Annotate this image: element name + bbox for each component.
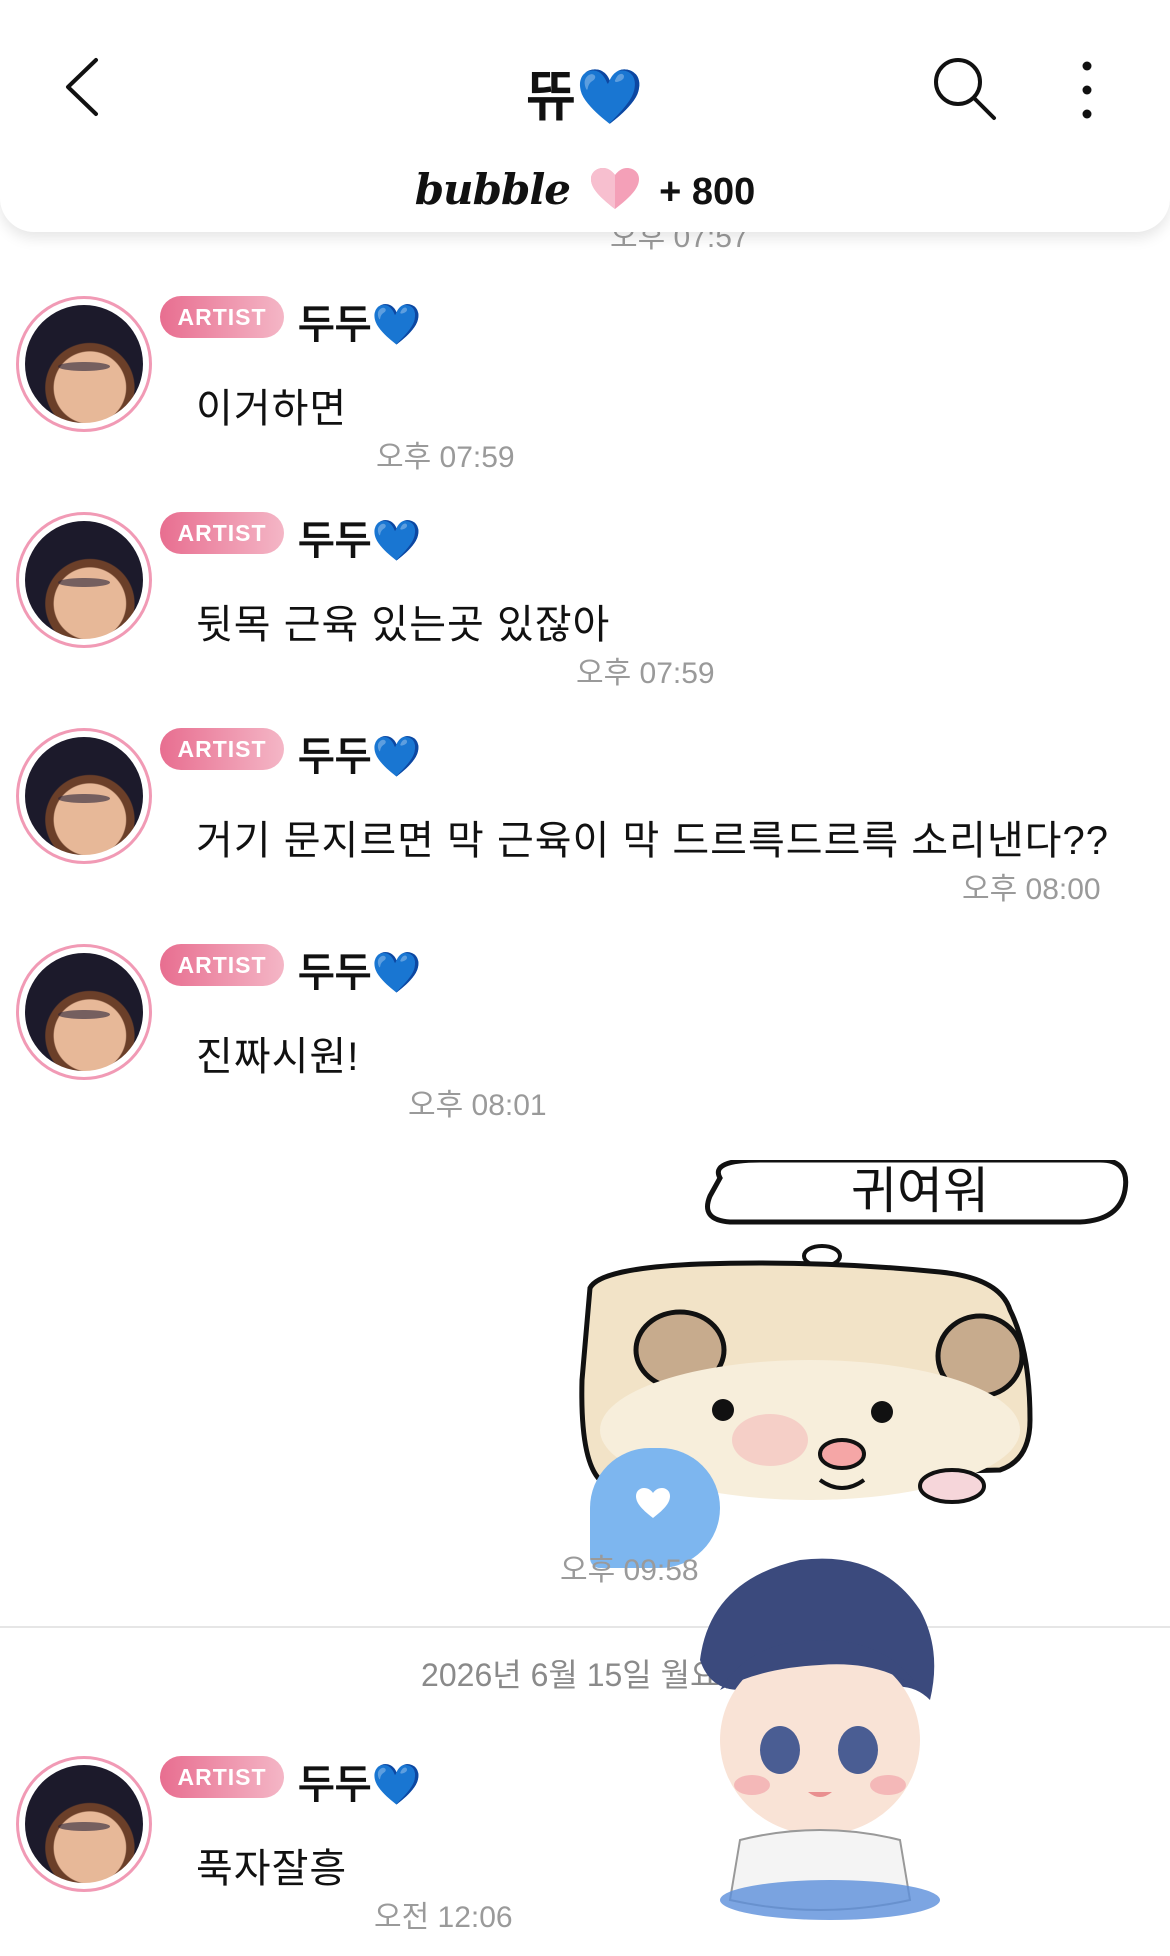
artist-badge: ARTIST bbox=[160, 944, 284, 986]
chat-header: 뜌💙 bubble + 800 bbox=[0, 0, 1170, 232]
message-time: 오후 07:59 bbox=[376, 441, 515, 474]
avatar[interactable] bbox=[16, 296, 152, 432]
sender-name: 두두💙 bbox=[298, 951, 422, 995]
pink-heart-icon bbox=[589, 167, 641, 221]
message-text: 진짜시원! bbox=[196, 1035, 360, 1079]
sender-name: 두두💙 bbox=[298, 735, 422, 779]
blue-heart-icon: 💙 bbox=[371, 303, 422, 347]
bubble-points-bar[interactable]: bubble + 800 bbox=[0, 165, 1170, 221]
message-time: 오전 12:06 bbox=[374, 1901, 513, 1934]
message-time: 오후 07:59 bbox=[576, 657, 715, 690]
sender-name: 두두💙 bbox=[298, 1763, 422, 1807]
bubble-brand: bubble bbox=[414, 165, 571, 214]
message-text: 푹자잘흥 bbox=[196, 1847, 348, 1891]
sent-time: 오후 09:58 bbox=[560, 1554, 699, 1587]
chat-title-text: 뜌 bbox=[526, 67, 577, 127]
message-time: 오후 08:00 bbox=[962, 873, 1101, 906]
blue-heart-icon: 💙 bbox=[371, 735, 422, 779]
message-item: ARTIST 두두💙 이거하면 오후 07:59 bbox=[0, 296, 1170, 496]
blue-heart-icon: 💙 bbox=[371, 519, 422, 563]
artist-badge: ARTIST bbox=[160, 1756, 284, 1798]
bubble-count: + 800 bbox=[659, 171, 756, 213]
blue-heart-icon: 💙 bbox=[371, 951, 422, 995]
avatar[interactable] bbox=[16, 512, 152, 648]
heart-icon bbox=[636, 1488, 670, 1518]
avatar[interactable] bbox=[16, 728, 152, 864]
avatar[interactable] bbox=[16, 944, 152, 1080]
message-time: 오후 08:01 bbox=[408, 1089, 547, 1122]
date-divider: 2026년 6월 15일 월요일 bbox=[0, 1626, 1170, 1696]
message-item: ARTIST 두두💙 거기 문지르면 막 근육이 막 드르륵드르륵 소리낸다??… bbox=[0, 728, 1170, 928]
message-text: 거기 문지르면 막 근육이 막 드르륵드르륵 소리낸다?? bbox=[196, 819, 1109, 863]
artist-badge: ARTIST bbox=[160, 512, 284, 554]
message-item: ARTIST 두두💙 푹자잘흥 오전 12:06 bbox=[0, 1756, 1170, 1956]
more-vertical-icon[interactable] bbox=[1070, 56, 1104, 124]
blue-heart-icon: 💙 bbox=[576, 67, 644, 127]
blue-heart-icon: 💙 bbox=[371, 1763, 422, 1807]
artist-badge: ARTIST bbox=[160, 728, 284, 770]
message-text: 이거하면 bbox=[196, 387, 348, 431]
search-icon[interactable] bbox=[928, 52, 1002, 126]
sender-name: 두두💙 bbox=[298, 519, 422, 563]
artist-badge: ARTIST bbox=[160, 296, 284, 338]
sender-name: 두두💙 bbox=[298, 303, 422, 347]
message-item: ARTIST 두두💙 진짜시원! 오후 08:01 bbox=[0, 944, 1170, 1144]
message-item: ARTIST 두두💙 뒷목 근육 있는곳 있잖아 오후 07:59 bbox=[0, 512, 1170, 712]
avatar[interactable] bbox=[16, 1756, 152, 1892]
sticker-text: 귀여워 bbox=[851, 1162, 989, 1220]
message-text: 뒷목 근육 있는곳 있잖아 bbox=[196, 603, 611, 647]
